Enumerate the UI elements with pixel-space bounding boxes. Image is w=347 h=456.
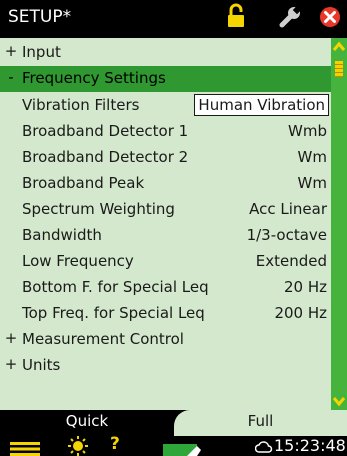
setting-value[interactable]: Wm <box>298 148 327 166</box>
setting-bottom-freq-special-leq[interactable]: Bottom F. for Special Leq 20 Hz <box>0 275 331 301</box>
tab-bar: Quick Full <box>0 410 347 436</box>
setting-label: Bottom F. for Special Leq <box>22 278 209 296</box>
expand-sign: + <box>4 355 18 373</box>
group-units[interactable]: + Units <box>0 353 331 379</box>
group-frequency-settings[interactable]: - Frequency Settings <box>0 66 331 92</box>
setting-broadband-detector-2[interactable]: Broadband Detector 2 Wm <box>0 145 331 171</box>
setting-vibration-filters[interactable]: Vibration Filters Human Vibration <box>0 93 331 119</box>
tab-full[interactable]: Full <box>174 410 347 436</box>
setting-low-frequency[interactable]: Low Frequency Extended <box>0 249 331 275</box>
setting-broadband-peak[interactable]: Broadband Peak Wm <box>0 171 331 197</box>
setting-label: Low Frequency <box>22 252 134 270</box>
sun-icon[interactable] <box>66 436 90 456</box>
group-label: Frequency Settings <box>22 69 166 87</box>
setting-value[interactable]: Extended <box>256 252 327 270</box>
page-title: SETUP* <box>8 7 72 27</box>
group-input[interactable]: + Input <box>0 40 331 66</box>
clock-time: 15:23:48 <box>274 436 346 455</box>
setting-value-selected[interactable]: Human Vibration <box>194 94 329 116</box>
setting-value[interactable]: 1/3-octave <box>247 226 327 244</box>
setting-spectrum-weighting[interactable]: Spectrum Weighting Acc Linear <box>0 197 331 223</box>
help-icon[interactable]: ? <box>110 434 120 454</box>
group-label: Measurement Control <box>22 330 184 348</box>
setting-label: Vibration Filters <box>22 96 140 114</box>
status-bar: ? 15:23:48 <box>0 434 347 456</box>
setting-value[interactable]: 20 Hz <box>284 278 327 296</box>
scroll-thumb[interactable] <box>335 61 343 77</box>
setting-value[interactable]: Wmb <box>288 122 327 140</box>
group-label: Units <box>22 356 61 374</box>
scroll-down-icon[interactable] <box>331 392 347 410</box>
title-bar: SETUP* <box>0 0 347 38</box>
setting-label: Spectrum Weighting <box>22 200 175 218</box>
setting-broadband-detector-1[interactable]: Broadband Detector 1 Wmb <box>0 119 331 145</box>
menu-icon[interactable] <box>10 441 40 456</box>
expand-sign: + <box>4 42 18 60</box>
group-label: Input <box>22 43 61 61</box>
setting-top-freq-special-leq[interactable]: Top Freq. for Special Leq 200 Hz <box>0 301 331 327</box>
setting-label: Broadband Detector 1 <box>22 122 189 140</box>
setting-label: Broadband Detector 2 <box>22 148 189 166</box>
setting-label: Broadband Peak <box>22 174 145 192</box>
setting-bandwidth[interactable]: Bandwidth 1/3-octave <box>0 223 331 249</box>
tab-quick[interactable]: Quick <box>0 410 174 436</box>
close-icon[interactable] <box>318 3 342 33</box>
wrench-icon[interactable] <box>276 3 304 35</box>
collapse-sign: - <box>8 68 14 86</box>
setting-value[interactable]: Acc Linear <box>249 200 327 218</box>
scroll-up-icon[interactable] <box>331 38 347 56</box>
setting-value[interactable]: Wm <box>298 174 327 192</box>
group-measurement-control[interactable]: + Measurement Control <box>0 327 331 353</box>
cloud-icon <box>254 439 273 456</box>
expand-sign: + <box>4 329 18 347</box>
setting-label: Top Freq. for Special Leq <box>22 304 205 322</box>
lock-icon[interactable] <box>226 3 246 33</box>
setting-label: Bandwidth <box>22 226 102 244</box>
scrollbar[interactable] <box>331 38 347 410</box>
setting-value[interactable]: 200 Hz <box>274 304 327 322</box>
battery-icon <box>163 441 203 456</box>
setup-list: + Input - Frequency Settings Vibration F… <box>0 38 331 410</box>
